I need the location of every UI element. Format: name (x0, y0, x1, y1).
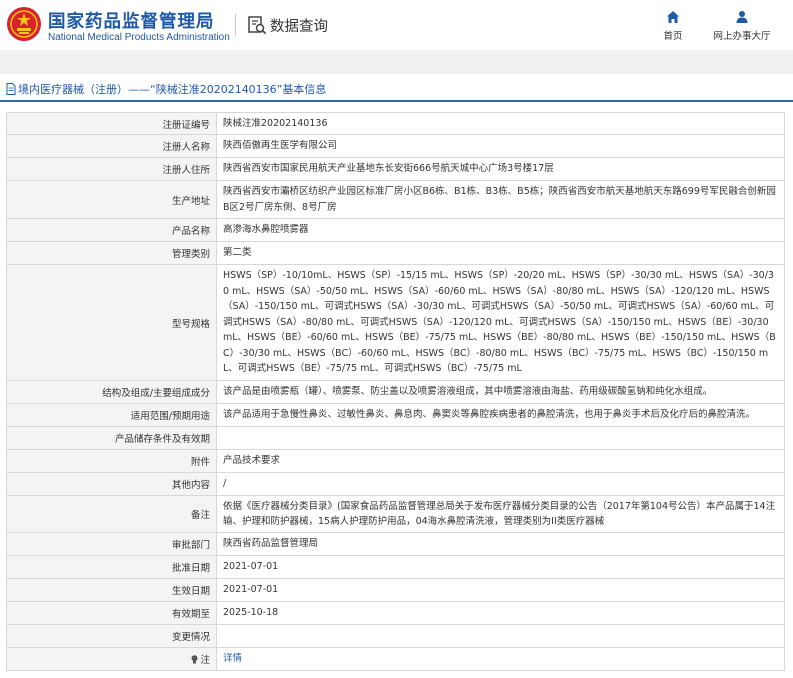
header-band (0, 50, 793, 74)
row-value: 2025-10-18 (216, 601, 785, 625)
table-row: 产品储存条件及有效期 (6, 426, 785, 450)
row-value: 陕西佰傲再生医学有限公司 (216, 134, 785, 158)
detail-table: 注册证编号 陕械注准20202140136 注册人名称 陕西佰傲再生医学有限公司… (6, 112, 785, 671)
row-value: 第二类 (216, 241, 785, 265)
details-link[interactable]: 详情 (223, 653, 242, 664)
table-row: 注 详情 (6, 647, 785, 671)
table-row: 生产地址 陕西省西安市灞桥区纺织产业园区标准厂房小区B6栋、B1栋、B3栋、B5… (6, 180, 785, 219)
row-value: 2021-07-01 (216, 578, 785, 602)
row-label: 注册人名称 (6, 134, 217, 158)
row-value: 依据《医疗器械分类目录》(国家食品药品监督管理总局关于发布医疗器械分类目录的公告… (216, 495, 785, 533)
home-icon (667, 11, 679, 23)
row-value (216, 624, 785, 648)
national-emblem-icon (7, 7, 41, 41)
user-icon (736, 11, 748, 23)
table-row: 适用范围/预期用途 该产品适用于急慢性鼻炎、过敏性鼻炎、鼻息肉、鼻窦炎等鼻腔疾病… (6, 403, 785, 427)
section-title: 数据查询 (270, 19, 328, 35)
nav-home-label: 首页 (663, 31, 683, 42)
breadcrumb: 境内医疗器械（注册）——“陕械注准20202140136”基本信息 (0, 74, 793, 102)
note-label: 注 (200, 655, 210, 666)
row-value: 高渗海水鼻腔喷雾器 (216, 218, 785, 242)
note-row-label: 注 (6, 647, 217, 671)
row-label: 生效日期 (6, 578, 217, 602)
row-label: 型号规格 (6, 264, 217, 381)
table-row: 注册人名称 陕西佰傲再生医学有限公司 (6, 134, 785, 158)
data-query-icon (248, 16, 267, 35)
nav-office-label: 网上办事大厅 (713, 31, 771, 42)
nav-home-link[interactable]: 首页 (660, 10, 686, 42)
table-row: 批准日期 2021-07-01 (6, 555, 785, 579)
row-label: 审批部门 (6, 532, 217, 556)
row-value: 陕西省西安市国家民用航天产业基地东长安街666号航天城中心广场3号楼17层 (216, 157, 785, 181)
table-row: 管理类别 第二类 (6, 241, 785, 265)
document-icon (6, 83, 16, 95)
site-header: 国家药品监督管理局 National Medical Products Admi… (0, 0, 793, 50)
row-label: 产品储存条件及有效期 (6, 426, 217, 450)
table-row: 型号规格 HSWS（SP）-10/10mL、HSWS（SP）-15/15 mL、… (6, 264, 785, 381)
table-row: 审批部门 陕西省药品监督管理局 (6, 532, 785, 556)
table-row: 附件 产品技术要求 (6, 449, 785, 473)
header-divider (235, 14, 236, 36)
row-label: 批准日期 (6, 555, 217, 579)
row-label: 适用范围/预期用途 (6, 403, 217, 427)
row-label: 注册人住所 (6, 157, 217, 181)
row-label: 结构及组成/主要组成成分 (6, 380, 217, 404)
row-label: 生产地址 (6, 180, 217, 219)
row-label: 管理类别 (6, 241, 217, 265)
row-value: 详情 (216, 647, 785, 671)
row-label: 产品名称 (6, 218, 217, 242)
table-row: 注册证编号 陕械注准20202140136 (6, 112, 785, 135)
row-value: HSWS（SP）-10/10mL、HSWS（SP）-15/15 mL、HSWS（… (216, 264, 785, 381)
row-label: 有效期至 (6, 601, 217, 625)
row-value: / (216, 472, 785, 496)
row-value: 陕西省西安市灞桥区纺织产业园区标准厂房小区B6栋、B1栋、B3栋、B5栋；陕西省… (216, 180, 785, 219)
row-value: 陕械注准20202140136 (216, 112, 785, 135)
row-label: 变更情况 (6, 624, 217, 648)
table-row: 产品名称 高渗海水鼻腔喷雾器 (6, 218, 785, 242)
table-row: 结构及组成/主要组成成分 该产品是由喷雾瓶（罐）、喷雾泵、防尘盖以及喷雾溶液组成… (6, 380, 785, 404)
row-label: 附件 (6, 449, 217, 473)
row-value: 2021-07-01 (216, 555, 785, 579)
row-value: 该产品是由喷雾瓶（罐）、喷雾泵、防尘盖以及喷雾溶液组成，其中喷雾溶液由海盐、药用… (216, 380, 785, 404)
brand-title-cn: 国家药品监督管理局 (48, 12, 215, 32)
table-row: 有效期至 2025-10-18 (6, 601, 785, 625)
brand-title-en: National Medical Products Administration (48, 32, 230, 43)
row-value: 陕西省药品监督管理局 (216, 532, 785, 556)
row-value: 该产品适用于急慢性鼻炎、过敏性鼻炎、鼻息肉、鼻窦炎等鼻腔疾病患者的鼻腔清洗，也用… (216, 403, 785, 427)
table-row: 变更情况 (6, 624, 785, 648)
table-row: 生效日期 2021-07-01 (6, 578, 785, 602)
table-row: 其他内容 / (6, 472, 785, 496)
row-value: 产品技术要求 (216, 449, 785, 473)
row-label: 其他内容 (6, 472, 217, 496)
nav-online-office-link[interactable]: 网上办事大厅 (710, 10, 774, 42)
table-row: 备注 依据《医疗器械分类目录》(国家食品药品监督管理总局关于发布医疗器械分类目录… (6, 495, 785, 533)
row-value (216, 426, 785, 450)
row-label: 备注 (6, 495, 217, 533)
breadcrumb-text: 境内医疗器械（注册）——“陕械注准20202140136”基本信息 (18, 83, 327, 96)
lightbulb-icon (191, 655, 198, 664)
row-label: 注册证编号 (6, 112, 217, 135)
table-row: 注册人住所 陕西省西安市国家民用航天产业基地东长安街666号航天城中心广场3号楼… (6, 157, 785, 181)
